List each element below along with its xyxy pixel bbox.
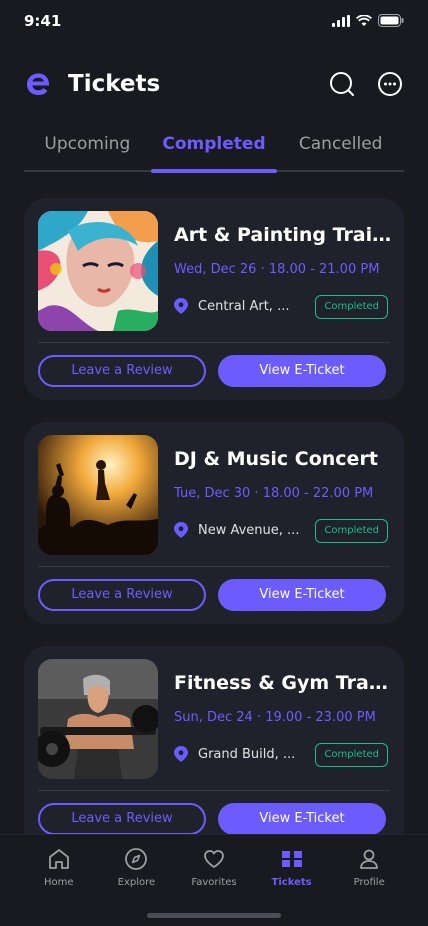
event-image-fitness-gym [38, 659, 158, 779]
search-button[interactable] [328, 70, 356, 98]
ticket-card[interactable]: Art & Painting Train... Wed, Dec 26 · 18… [24, 198, 404, 400]
more-options-icon [378, 72, 402, 96]
view-e-ticket-button[interactable]: View E-Ticket [218, 355, 386, 387]
battery-icon [378, 14, 404, 27]
home-icon [48, 849, 69, 869]
search-icon [330, 72, 354, 96]
ticket-tabs: Upcoming Completed Cancelled [24, 128, 404, 173]
event-location: Grand Build, ... [174, 746, 295, 762]
compass-icon [125, 848, 148, 870]
event-title: Art & Painting Train... [174, 224, 394, 246]
leave-review-button[interactable]: Leave a Review [38, 579, 206, 611]
nav-tickets-label: Tickets [271, 877, 312, 888]
page-title: Tickets [68, 71, 161, 97]
header: Tickets [24, 62, 404, 106]
status-icons [332, 14, 404, 27]
nav-explore-label: Explore [117, 877, 156, 888]
view-e-ticket-button[interactable]: View E-Ticket [218, 579, 386, 611]
event-image-art-painting [38, 211, 158, 331]
event-location-text: Grand Build, ... [198, 746, 296, 762]
home-indicator [147, 913, 281, 918]
event-date: Sun, Dec 24 · 19.00 - 23.00 PM [174, 710, 376, 725]
event-date: Tue, Dec 30 · 18.00 - 22.00 PM [174, 486, 374, 501]
ticket-list: Art & Painting Train... Wed, Dec 26 · 18… [24, 198, 404, 836]
card-divider [38, 790, 390, 791]
leave-review-button[interactable]: Leave a Review [38, 803, 206, 835]
profile-icon [360, 849, 379, 869]
event-title: DJ & Music Concert [174, 448, 378, 470]
event-location-text: New Avenue, ... [198, 522, 300, 538]
tab-cancelled[interactable]: Cancelled [277, 128, 404, 170]
status-badge: Completed [315, 295, 388, 319]
event-location-text: Central Art, ... [198, 298, 290, 314]
event-date: Wed, Dec 26 · 18.00 - 21.00 PM [174, 262, 380, 277]
nav-favorites-label: Favorites [191, 877, 237, 888]
tab-completed[interactable]: Completed [150, 128, 278, 173]
card-divider [38, 566, 390, 567]
nav-home-label: Home [44, 877, 74, 888]
location-pin-icon [174, 522, 188, 538]
heart-icon [204, 850, 224, 868]
signal-icon [332, 14, 350, 27]
more-options-button[interactable] [376, 70, 404, 98]
app-logo-icon [27, 73, 49, 95]
bottom-navigation: Home Explore Favorites Tickets Profile [0, 834, 428, 926]
ticket-card[interactable]: DJ & Music Concert Tue, Dec 30 · 18.00 -… [24, 422, 404, 624]
status-badge: Completed [315, 519, 388, 543]
status-badge: Completed [315, 743, 388, 767]
tab-upcoming[interactable]: Upcoming [24, 128, 151, 170]
view-e-ticket-button[interactable]: View E-Ticket [218, 803, 386, 835]
event-location: New Avenue, ... [174, 522, 299, 538]
ticket-card[interactable]: Fitness & Gym Train... Sun, Dec 24 · 19.… [24, 646, 404, 836]
wifi-icon [356, 14, 372, 26]
nav-profile-label: Profile [353, 877, 385, 888]
nav-home[interactable]: Home [20, 847, 98, 926]
status-time: 9:41 [24, 12, 62, 30]
card-divider [38, 342, 390, 343]
event-title: Fitness & Gym Train... [174, 672, 394, 694]
nav-profile[interactable]: Profile [330, 847, 408, 926]
location-pin-icon [174, 746, 188, 762]
location-pin-icon [174, 298, 188, 314]
event-image-dj-concert [38, 435, 158, 555]
leave-review-button[interactable]: Leave a Review [38, 355, 206, 387]
event-location: Central Art, ... [174, 298, 289, 314]
status-bar: 9:41 [0, 0, 428, 44]
ticket-icon [281, 851, 302, 867]
